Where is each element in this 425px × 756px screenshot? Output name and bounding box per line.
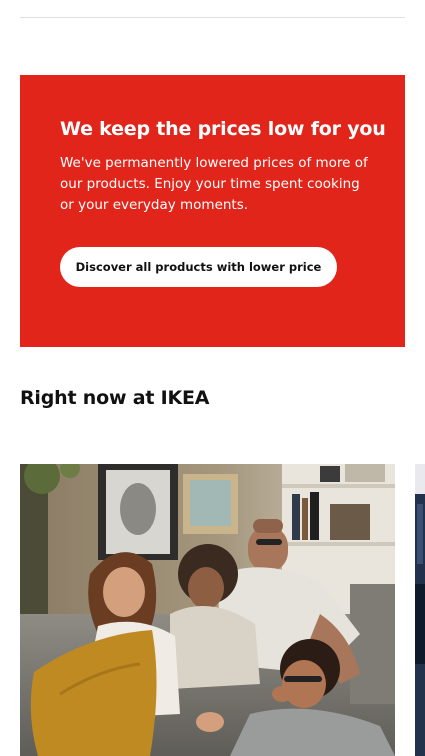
section-divider [20, 17, 405, 18]
promo-description: We've permanently lowered prices of more… [60, 155, 368, 213]
right-now-section-title: Right now at IKEA [20, 387, 210, 409]
discover-lower-price-button[interactable]: Discover all products with lower price [60, 247, 337, 287]
next-card-photo [415, 464, 425, 756]
next-card-peek[interactable] [415, 464, 425, 756]
featured-card-family-photo[interactable] [20, 464, 395, 756]
family-on-sofa-photo [20, 464, 395, 756]
lower-price-promo-banner: We keep the prices low for you We've per… [20, 75, 405, 347]
promo-title: We keep the prices low for you [60, 118, 386, 140]
